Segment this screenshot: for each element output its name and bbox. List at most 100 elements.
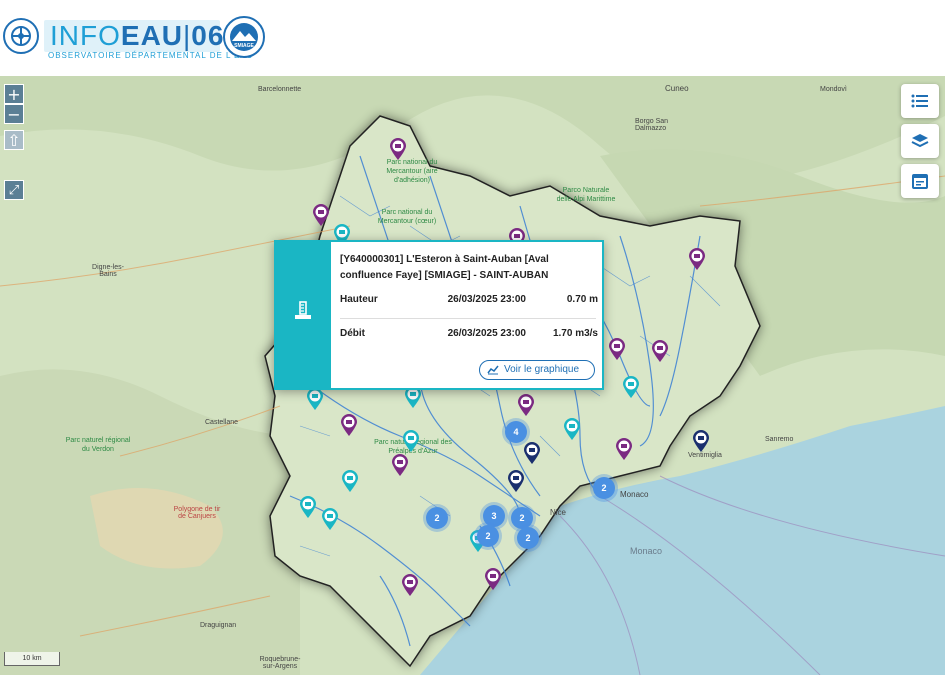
map-pin-icon: [518, 394, 534, 416]
fullscreen-button[interactable]: ⤢: [4, 180, 24, 200]
brand-number: 06: [191, 20, 225, 51]
label-monaco-sea: Monaco: [630, 546, 663, 556]
station-marker[interactable]: [299, 495, 317, 519]
cluster-marker[interactable]: 2: [426, 507, 448, 529]
map-pin-icon: [392, 454, 408, 476]
station-marker[interactable]: [507, 469, 525, 493]
scale-bar: 10 km: [4, 652, 60, 666]
popup-title: [Y640000301] L'Esteron à Saint-Auban [Av…: [340, 254, 549, 281]
station-marker[interactable]: [622, 375, 640, 399]
chart-line-icon: [487, 365, 499, 375]
map-pin-icon: [623, 376, 639, 398]
label-polygone: Polygone de tir de Canjuers: [173, 506, 221, 520]
header: INFOEAU|06 OBSERVATOIRE DÉPARTEMENTAL DE…: [0, 0, 945, 76]
list-icon: [911, 94, 928, 108]
station-marker[interactable]: [340, 413, 358, 437]
department-logo[interactable]: [2, 14, 40, 60]
map-pin-icon: [402, 574, 418, 596]
station-marker[interactable]: [402, 429, 420, 453]
map-pin-icon: [689, 248, 705, 270]
label-monaco: Monaco: [620, 490, 649, 499]
label-parc-verdon: Parc naturel régional du Verdon: [65, 437, 131, 453]
station-marker[interactable]: [321, 507, 339, 531]
popup-separator: [340, 318, 596, 319]
station-marker[interactable]: [688, 247, 706, 271]
map-pin-icon: [342, 470, 358, 492]
cluster-marker[interactable]: 4: [505, 421, 527, 443]
calendar-icon: [912, 174, 928, 189]
row-label: Hauteur: [340, 294, 378, 305]
station-marker[interactable]: [692, 429, 710, 453]
label-parc-mercantour-coeur: Parc national du Mercantour (cœur): [377, 209, 437, 225]
map-pin-icon: [564, 418, 580, 440]
map-pin-icon: [322, 508, 338, 530]
map-pin-icon: [485, 568, 501, 590]
label-digne: Digne-les-Bains: [92, 264, 124, 278]
station-marker[interactable]: [563, 417, 581, 441]
station-marker[interactable]: [312, 203, 330, 227]
label-parc-mercantour: Parc national du Mercantour (aire d'adhé…: [386, 159, 438, 184]
map-pin-icon: [300, 496, 316, 518]
smiage-logo[interactable]: SMIAGE: [222, 14, 266, 60]
brand-bold: EAU: [120, 20, 184, 51]
home-extent-button[interactable]: ⇧: [4, 130, 24, 150]
map-pin-icon: [313, 204, 329, 226]
view-graph-button[interactable]: Voir le graphique: [479, 360, 595, 380]
zoom-in-button[interactable]: +: [4, 84, 24, 104]
map-pin-icon: [390, 138, 406, 160]
station-marker[interactable]: [391, 453, 409, 477]
label-ventimiglia: Ventimiglia: [688, 452, 722, 459]
row-date: 26/03/2025 23:00: [447, 294, 526, 305]
station-marker[interactable]: [651, 339, 669, 363]
station-marker[interactable]: [306, 387, 324, 411]
legend-list-button[interactable]: [901, 84, 939, 118]
cluster-marker[interactable]: 2: [477, 525, 499, 547]
label-nice: Nice: [550, 508, 567, 517]
app-window: INFOEAU|06 OBSERVATOIRE DÉPARTEMENTAL DE…: [0, 0, 945, 675]
label-sanremo: Sanremo: [765, 436, 794, 443]
cluster-marker[interactable]: 2: [511, 507, 533, 529]
map-pin-icon: [403, 430, 419, 452]
calendar-button[interactable]: [901, 164, 939, 198]
station-marker[interactable]: [484, 567, 502, 591]
map-pin-icon: [524, 442, 540, 464]
view-graph-label: Voir le graphique: [504, 364, 580, 375]
station-marker[interactable]: [517, 393, 535, 417]
layers-button[interactable]: [901, 124, 939, 158]
map-pin-icon: [508, 470, 524, 492]
svg-text:SMIAGE: SMIAGE: [234, 43, 254, 49]
station-marker[interactable]: [615, 437, 633, 461]
popup-side: [276, 242, 331, 388]
label-barcelonnette: Barcelonnette: [258, 86, 302, 93]
map-pin-icon: [616, 438, 632, 460]
map-pin-icon: [307, 388, 323, 410]
layers-icon: [911, 134, 929, 148]
station-marker[interactable]: [523, 441, 541, 465]
station-marker[interactable]: [341, 469, 359, 493]
label-borgo: Borgo San Dalmazzo: [635, 118, 669, 132]
map-pin-icon: [341, 414, 357, 436]
station-marker[interactable]: [389, 137, 407, 161]
station-marker[interactable]: [608, 337, 626, 361]
map-canvas[interactable]: Barcelonnette Cuneo Mondovì Borgo San Da…: [0, 76, 945, 675]
label-mondovi: Mondovì: [820, 86, 847, 93]
cluster-marker[interactable]: 2: [517, 527, 539, 549]
map-pin-icon: [693, 430, 709, 452]
map-pin-icon: [652, 340, 668, 362]
gauge-station-icon: [295, 301, 311, 319]
label-roquebrune: Roquebrune-sur-Argens: [259, 656, 301, 670]
station-popup: [Y640000301] L'Esteron à Saint-Auban [Av…: [274, 240, 604, 390]
popup-row-hauteur: Hauteur 26/03/2025 23:00 0.70 m: [340, 294, 598, 308]
row-date: 26/03/2025 23:00: [447, 328, 526, 339]
label-castellane: Castellane: [205, 419, 239, 426]
row-value: 0.70 m: [566, 294, 598, 305]
popup-row-debit: Débit 26/03/2025 23:00 1.70 m3/s: [340, 328, 598, 342]
label-draguignan: Draguignan: [200, 622, 237, 629]
brand-light: INFO: [50, 20, 121, 51]
row-value: 1.70 m3/s: [552, 328, 598, 339]
brand-logo[interactable]: INFOEAU|06: [44, 20, 223, 52]
zoom-out-button[interactable]: −: [4, 104, 24, 124]
cluster-marker[interactable]: 2: [593, 477, 615, 499]
station-marker[interactable]: [401, 573, 419, 597]
cluster-marker[interactable]: 3: [483, 505, 505, 527]
